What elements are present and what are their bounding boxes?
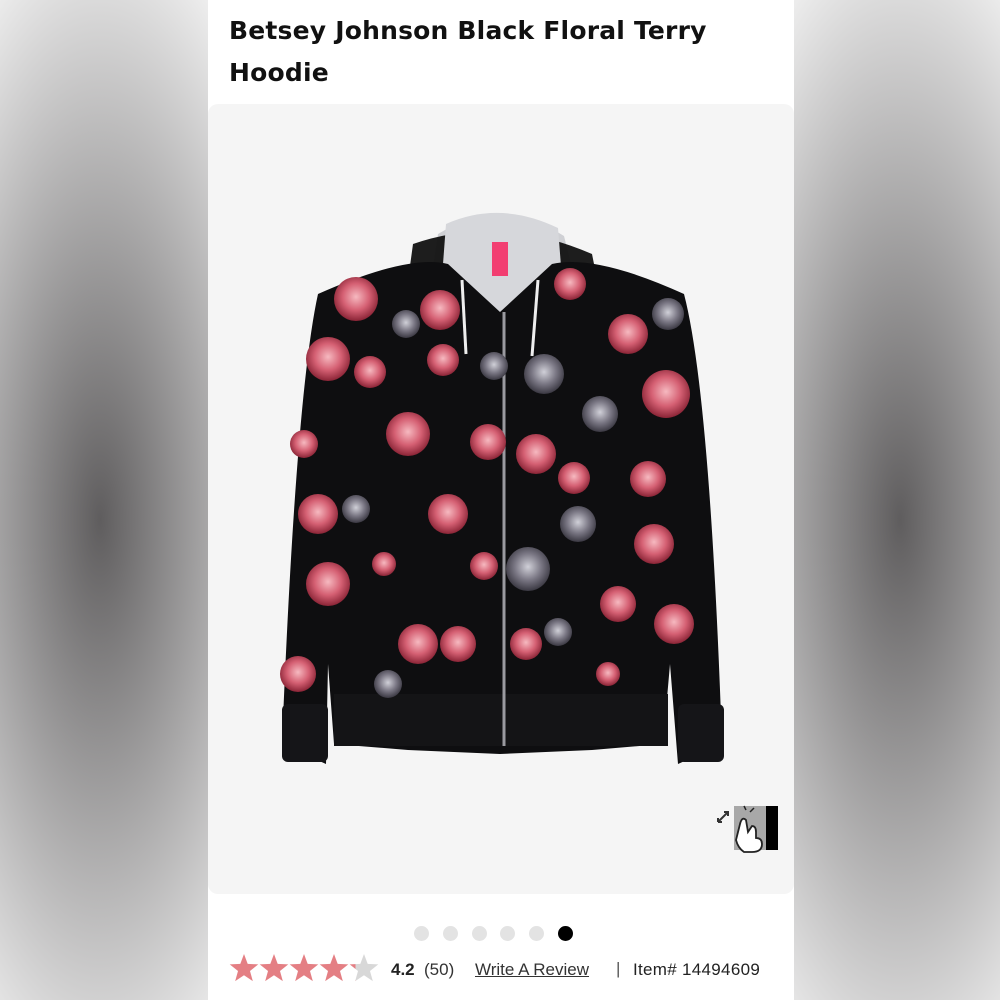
star-icon-4 [319,954,349,982]
review-count: (50) [424,960,455,979]
write-review-link[interactable]: Write A Review [475,960,589,980]
gallery-dot-6[interactable] [558,926,573,941]
separator: | [616,959,621,978]
star-rating [229,954,379,982]
zoom-button[interactable] [714,804,780,856]
rating-value: 4.2 [391,960,415,979]
rating-row: 4.2 (50) Write A Review | Item# 14494609 [228,950,788,990]
gallery-dot-5[interactable] [529,926,544,941]
gallery-dot-1[interactable] [414,926,429,941]
hoodie-illustration [280,212,724,764]
expand-hand-icon [717,805,778,853]
gallery-dot-3[interactable] [472,926,487,941]
star-icon-1 [229,954,259,982]
gallery-dot-4[interactable] [500,926,515,941]
star-icon-5 [349,954,379,982]
gallery-pagination [414,924,574,942]
star-icon-3 [289,954,319,982]
product-page: Betsey Johnson Black Floral Terry Hoodie [208,0,794,1000]
item-number: Item# 14494609 [633,960,761,979]
star-icon-2 [259,954,289,982]
product-image[interactable] [208,104,794,894]
product-title: Betsey Johnson Black Floral Terry Hoodie [229,16,707,87]
gallery-dot-2[interactable] [443,926,458,941]
